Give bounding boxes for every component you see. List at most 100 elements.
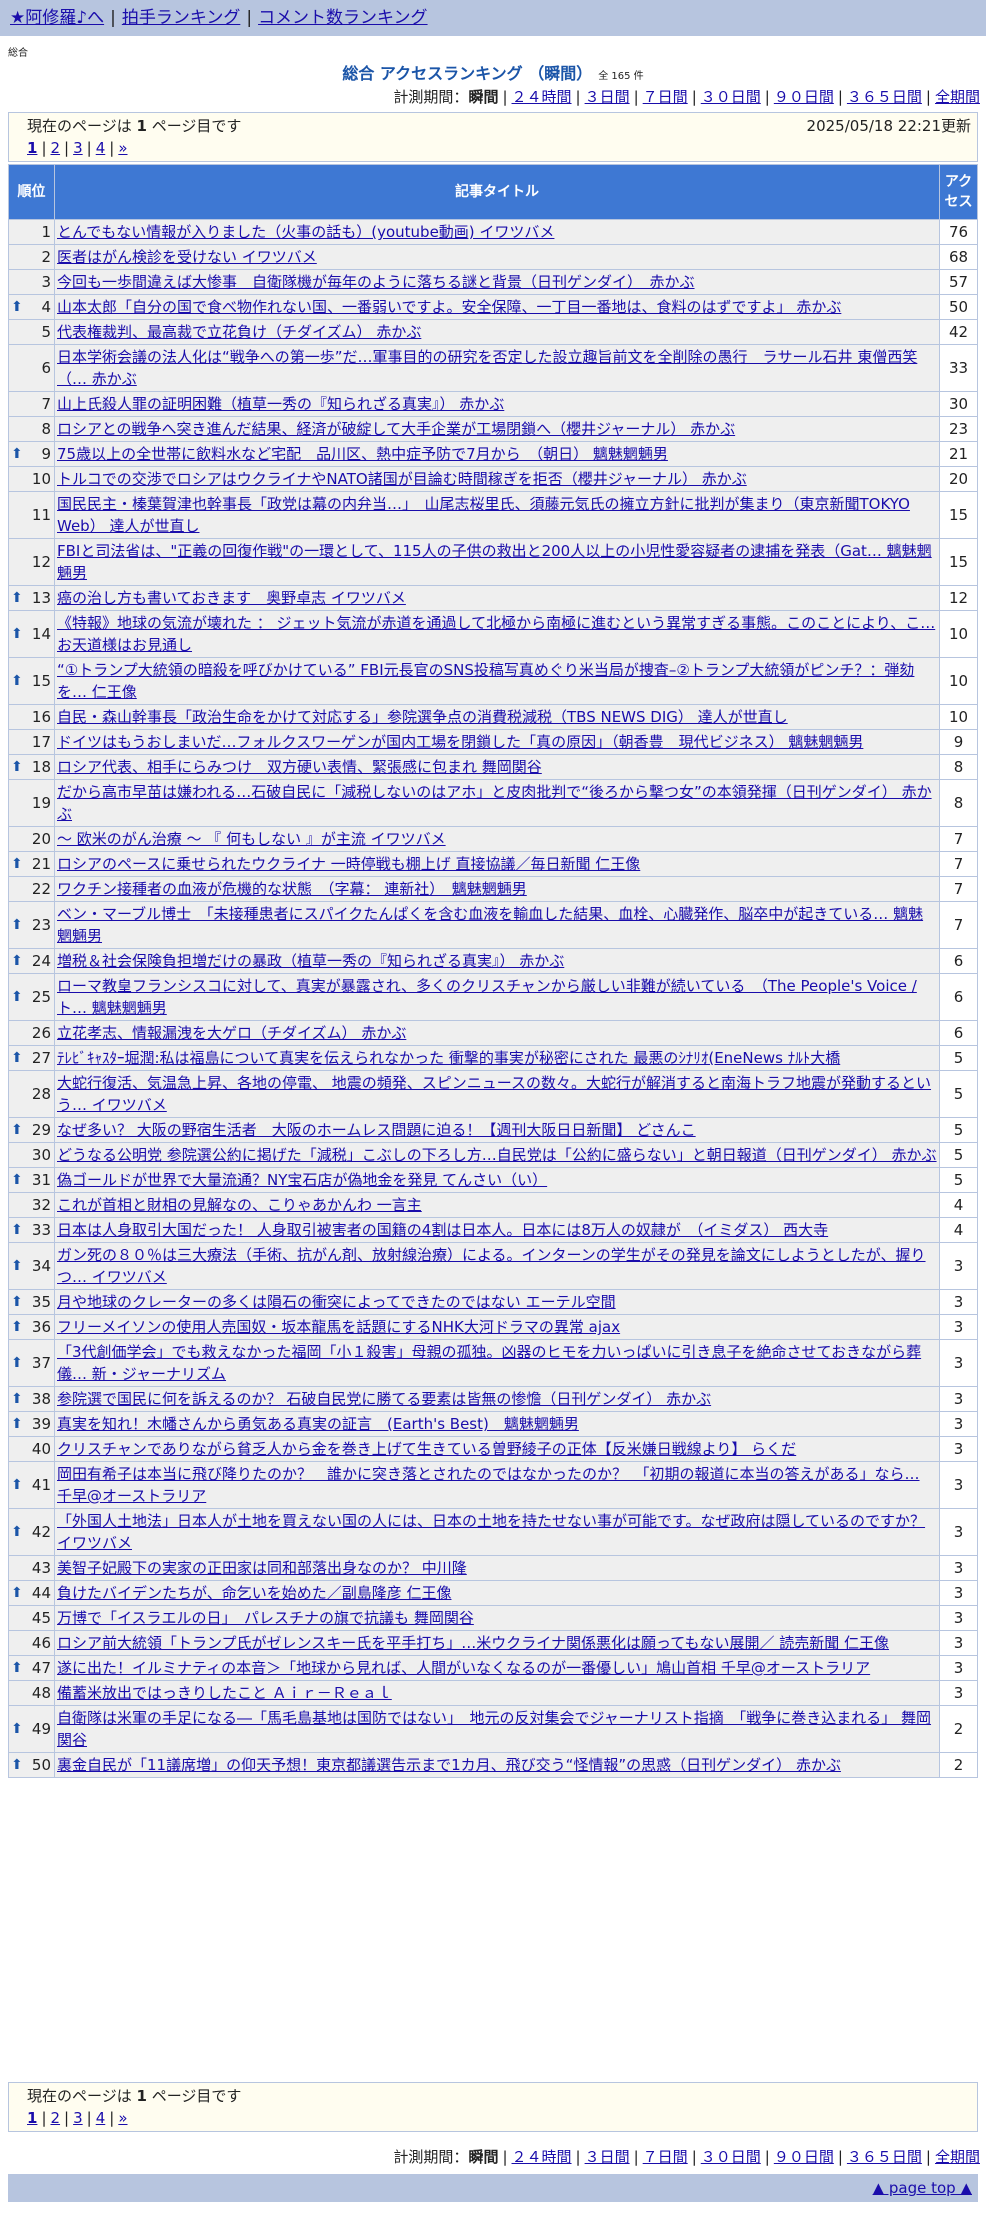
article-link[interactable]: 日本学術会議の法人化は“戦争への第一歩”だ…軍事目的の研究を否定した設立趣旨前文… (57, 348, 917, 388)
article-link[interactable]: これが首相と財相の見解なの、こりゃあかんわ 一言主 (57, 1196, 422, 1214)
table-row: ⬆ 24 増税＆社会保険負担増だけの暴政（植草一秀の『知られざる真実』） 赤かぶ 6 (8, 948, 978, 974)
article-link[interactable]: 負けたバイデンたちが、命乞いを始めた／副島隆彦 仁王像 (57, 1584, 451, 1602)
article-link[interactable]: とんでもない情報が入りました（火事の話も）(youtube動画) イワツバメ (57, 223, 554, 241)
article-link[interactable]: 岡田有希子は本当に飛び降りたのか？ 誰かに突き落とされたのではなかったのか？ 「… (57, 1465, 920, 1505)
title-cell: これが首相と財相の見解なの、こりゃあかんわ 一言主 (54, 1192, 940, 1218)
rank-number: 27 (31, 1049, 51, 1067)
period-link[interactable]: ７日間 (643, 88, 688, 106)
up-arrow-icon: ⬆ (11, 1757, 23, 1773)
page-top-link[interactable]: ▲ page top ▲ (873, 2179, 972, 2197)
period-link[interactable]: ３６５日間 (847, 88, 922, 106)
period-link[interactable]: ３０日間 (701, 2148, 761, 2166)
comment-ranking-link[interactable]: コメント数ランキング (258, 8, 428, 28)
period-link[interactable]: ２４時間 (512, 2148, 572, 2166)
page-link[interactable]: 4 (96, 139, 106, 157)
article-link[interactable]: ロシア代表、相手にらみつけ 双方硬い表情、緊張感に包まれ 舞岡関谷 (57, 758, 542, 776)
article-link[interactable]: ロシアのペースに乗せられたウクライナ 一時停戦も棚上げ 直接協議／毎日新聞 仁王… (57, 855, 640, 873)
period-link[interactable]: 全期間 (935, 2148, 980, 2166)
article-link[interactable]: クリスチャンでありながら貧乏人から金を巻き上げて生きている曽野綾子の正体【反米嫌… (57, 1440, 796, 1458)
article-link[interactable]: 参院選で国民に何を訴えるのか？ 石破自民党に勝てる要素は皆無の惨憺（日刊ゲンダイ… (57, 1390, 711, 1408)
next-page-link[interactable]: » (118, 139, 127, 157)
article-link[interactable]: 増税＆社会保険負担増だけの暴政（植草一秀の『知られざる真実』） 赤かぶ (57, 952, 564, 970)
article-link[interactable]: ローマ教皇フランシスコに対して、真実が暴露され、多くのクリスチャンから厳しい非難… (57, 977, 917, 1017)
article-link[interactable]: 万博で「イスラエルの日」 パレスチナの旗で抗議も 舞岡関谷 (57, 1609, 474, 1627)
article-link[interactable]: ロシアとの戦争へ突き進んだ結果、経済が破綻して大手企業が工場閉鎖へ（櫻井ジャーナ… (57, 420, 735, 438)
article-link[interactable]: 代表権裁判、最高裁で立花負け（チダイズム） 赤かぶ (57, 323, 421, 341)
article-link[interactable]: 「外国人土地法」日本人が土地を買えない国の人には、日本の土地を持たせない事が可能… (57, 1512, 925, 1552)
period-link[interactable]: ９０日間 (774, 88, 834, 106)
article-link[interactable]: 癌の治し方も書いておきます 奥野卓志 イワツバメ (57, 589, 406, 607)
rank-cell: ⬆ 15 (8, 657, 55, 705)
article-link[interactable]: 美智子妃殿下の実家の正田家は同和部落出身なのか？ 中川隆 (57, 1559, 467, 1577)
article-link[interactable]: ロシア前大統領「トランプ氏がゼレンスキー氏を平手打ち」…米ウクライナ関係悪化は願… (57, 1634, 889, 1652)
article-link[interactable]: 今回も一歩間違えば大惨事 自衛隊機が毎年のように落ちる謎と背景（日刊ゲンダイ） … (57, 273, 695, 291)
title-cell: クリスチャンでありながら貧乏人から金を巻き上げて生きている曽野綾子の正体【反米嫌… (54, 1436, 940, 1462)
up-arrow-icon: ⬆ (11, 1258, 23, 1274)
article-link[interactable]: 75歳以上の全世帯に飲料水など宅配 品川区、熱中症予防で7月から （朝日） 魑魅… (57, 445, 668, 463)
article-link[interactable]: 《特報》地球の気流が壊れた ： ジェット気流が赤道を通過して北極から南極に進むと… (57, 614, 935, 654)
next-page-link[interactable]: » (118, 2109, 127, 2127)
table-row: ⬆ 25 ローマ教皇フランシスコに対して、真実が暴露され、多くのクリスチャンから厳し… (8, 973, 978, 1021)
article-link[interactable]: 自民・森山幹事長「政治生命をかけて対応する」参院選争点の消費税減税（TBS NE… (57, 708, 788, 726)
period-link[interactable]: ３日間 (585, 88, 630, 106)
page-link[interactable]: 1 (27, 2109, 37, 2127)
home-link[interactable]: ★阿修羅♪へ (10, 8, 104, 28)
title-cell: 参院選で国民に何を訴えるのか？ 石破自民党に勝てる要素は皆無の惨憺（日刊ゲンダイ… (54, 1386, 940, 1412)
period-link[interactable]: ３０日間 (701, 88, 761, 106)
article-link[interactable]: 医者はがん検診を受けない イワツバメ (57, 248, 317, 266)
article-link[interactable]: 「3代創価学会」でも救えなかった福岡「小１殺害」母親の孤独。凶器のヒモを力いっぱ… (57, 1343, 921, 1383)
article-link[interactable]: フリーメイソンの使用人売国奴・坂本龍馬を話題にするNHK大河ドラマの異常 aja… (57, 1318, 620, 1336)
article-link[interactable]: ガン死の８０％は三大療法（手術、抗がん剤、放射線治療）による。インターンの学生が… (57, 1246, 926, 1286)
article-link[interactable]: 日本は人身取引大国だった！ 人身取引被害者の国籍の4割は日本人。日本には8万人の… (57, 1221, 828, 1239)
period-link[interactable]: 全期間 (935, 88, 980, 106)
rank-cell: ⬆ 36 (8, 1314, 55, 1340)
article-link[interactable]: 月や地球のクレーターの多くは隕石の衝突によってできたのではない エーテル空間 (57, 1293, 616, 1311)
article-link[interactable]: だから高市早苗は嫌われる…石破自民に「減税しないのはアホ」と皮肉批判で“後ろから… (57, 783, 932, 823)
page-link[interactable]: 1 (27, 139, 37, 157)
article-link[interactable]: 備蓄米放出ではっきりしたこと Ａｉｒ－Ｒｅａｌ (57, 1684, 392, 1702)
article-link[interactable]: ～ 欧米のがん治療 ～ 『 何もしない 』が主流 イワツバメ (57, 830, 446, 848)
page-link[interactable]: 2 (51, 139, 61, 157)
rank-cell: ⬆ 25 (8, 973, 55, 1021)
page-link[interactable]: 2 (51, 2109, 61, 2127)
access-count: 3 (939, 1605, 978, 1631)
page-link[interactable]: 3 (73, 139, 83, 157)
article-link[interactable]: 偽ゴールドが世界で大量流通？NY宝石店が偽地金を発見 てんさい（い） (57, 1171, 547, 1189)
title-cell: とんでもない情報が入りました（火事の話も）(youtube動画) イワツバメ (54, 219, 940, 245)
period-link[interactable]: ７日間 (643, 2148, 688, 2166)
table-header: 順位 記事タイトル アクセス (8, 164, 978, 220)
title-cell: 美智子妃殿下の実家の正田家は同和部落出身なのか？ 中川隆 (54, 1555, 940, 1581)
article-link[interactable]: 山上氏殺人罪の証明困難（植草一秀の『知られざる真実』） 赤かぶ (57, 395, 504, 413)
article-link[interactable]: トルコでの交渉でロシアはウクライナやNATO諸国が目論む時間稼ぎを拒否（櫻井ジャ… (57, 470, 747, 488)
clap-ranking-link[interactable]: 拍手ランキング (122, 8, 241, 28)
article-link[interactable]: FBIと司法省は、"正義の回復作戦"の一環として、115人の子供の救出と200人… (57, 542, 932, 582)
period-link[interactable]: ３日間 (585, 2148, 630, 2166)
article-link[interactable]: 立花孝志、情報漏洩を大ゲロ（チダイズム） 赤かぶ (57, 1024, 406, 1042)
article-link[interactable]: 国民民主・榛葉賀津也幹事長「政党は幕の内弁当…」 山尾志桜里氏、須藤元気氏の擁立… (57, 495, 910, 535)
rank-cell: ⬆ 18 (8, 754, 55, 780)
article-link[interactable]: ﾃﾚﾋﾞｷｬｽﾀｰ堀潤:私は福島について真実を伝えられなかった 衝撃的事実が秘密… (57, 1049, 840, 1067)
period-link[interactable]: ９０日間 (774, 2148, 834, 2166)
article-link[interactable]: 山本太郎「自分の国で食べ物作れない国、一番弱いですよ。安全保障、一丁目一番地は、… (57, 298, 841, 316)
article-link[interactable]: ベン・マーブル博士 「未接種患者にスパイクたんぱくを含む血液を輸血した結果、血栓… (57, 905, 923, 945)
access-count: 76 (939, 219, 978, 245)
article-link[interactable]: “①トランプ大統領の暗殺を呼びかけている” FBI元長官のSNS投稿写真めぐり米… (57, 661, 914, 701)
article-link[interactable]: 裏金自民が「11議席増」の仰天予想！東京都議選告示まで1カ月、飛び交う“怪情報”… (57, 1756, 841, 1774)
rank-number: 6 (41, 359, 51, 377)
article-link[interactable]: 大蛇行復活、気温急上昇、各地の停電、 地震の頻発、スピンニュースの数々。大蛇行が… (57, 1074, 931, 1114)
article-link[interactable]: 自衛隊は米軍の手足になる―「馬毛島基地は国防ではない」 地元の反対集会でジャーナ… (57, 1709, 931, 1749)
rank-cell: ⬆ 50 (8, 1752, 55, 1778)
page-link[interactable]: 4 (96, 2109, 106, 2127)
article-link[interactable]: ドイツはもうおしまいだ…フォルクスワーゲンが国内工場を閉鎖した「真の原因」（朝香… (57, 733, 863, 751)
article-link[interactable]: ワクチン接種者の血液が危機的な状態 （字幕： 連新社） 魑魅魍魎男 (57, 880, 527, 898)
period-link[interactable]: ３６５日間 (847, 2148, 922, 2166)
period-link[interactable]: ２４時間 (512, 88, 572, 106)
article-link[interactable]: どうなる公明党 参院選公約に掲げた「減税」こぶしの下ろし方…自民党は「公約に盛ら… (57, 1146, 937, 1164)
rank-number: 45 (31, 1609, 51, 1627)
page-link[interactable]: 3 (73, 2109, 83, 2127)
article-link[interactable]: なぜ多い？ 大阪の野宿生活者 大阪のホームレス問題に迫る！【週刊大阪日日新聞】 … (57, 1121, 696, 1139)
article-link[interactable]: 遂に出た！イルミナティの本音＞「地球から見れば、人間がいなくなるのが一番優しい」… (57, 1659, 870, 1677)
article-link[interactable]: 真実を知れ！木幡さんから勇気ある真実の証言 (Earth's Best) 魑魅魍… (57, 1415, 579, 1433)
rank-number: 31 (31, 1171, 51, 1189)
access-count: 8 (939, 754, 978, 780)
